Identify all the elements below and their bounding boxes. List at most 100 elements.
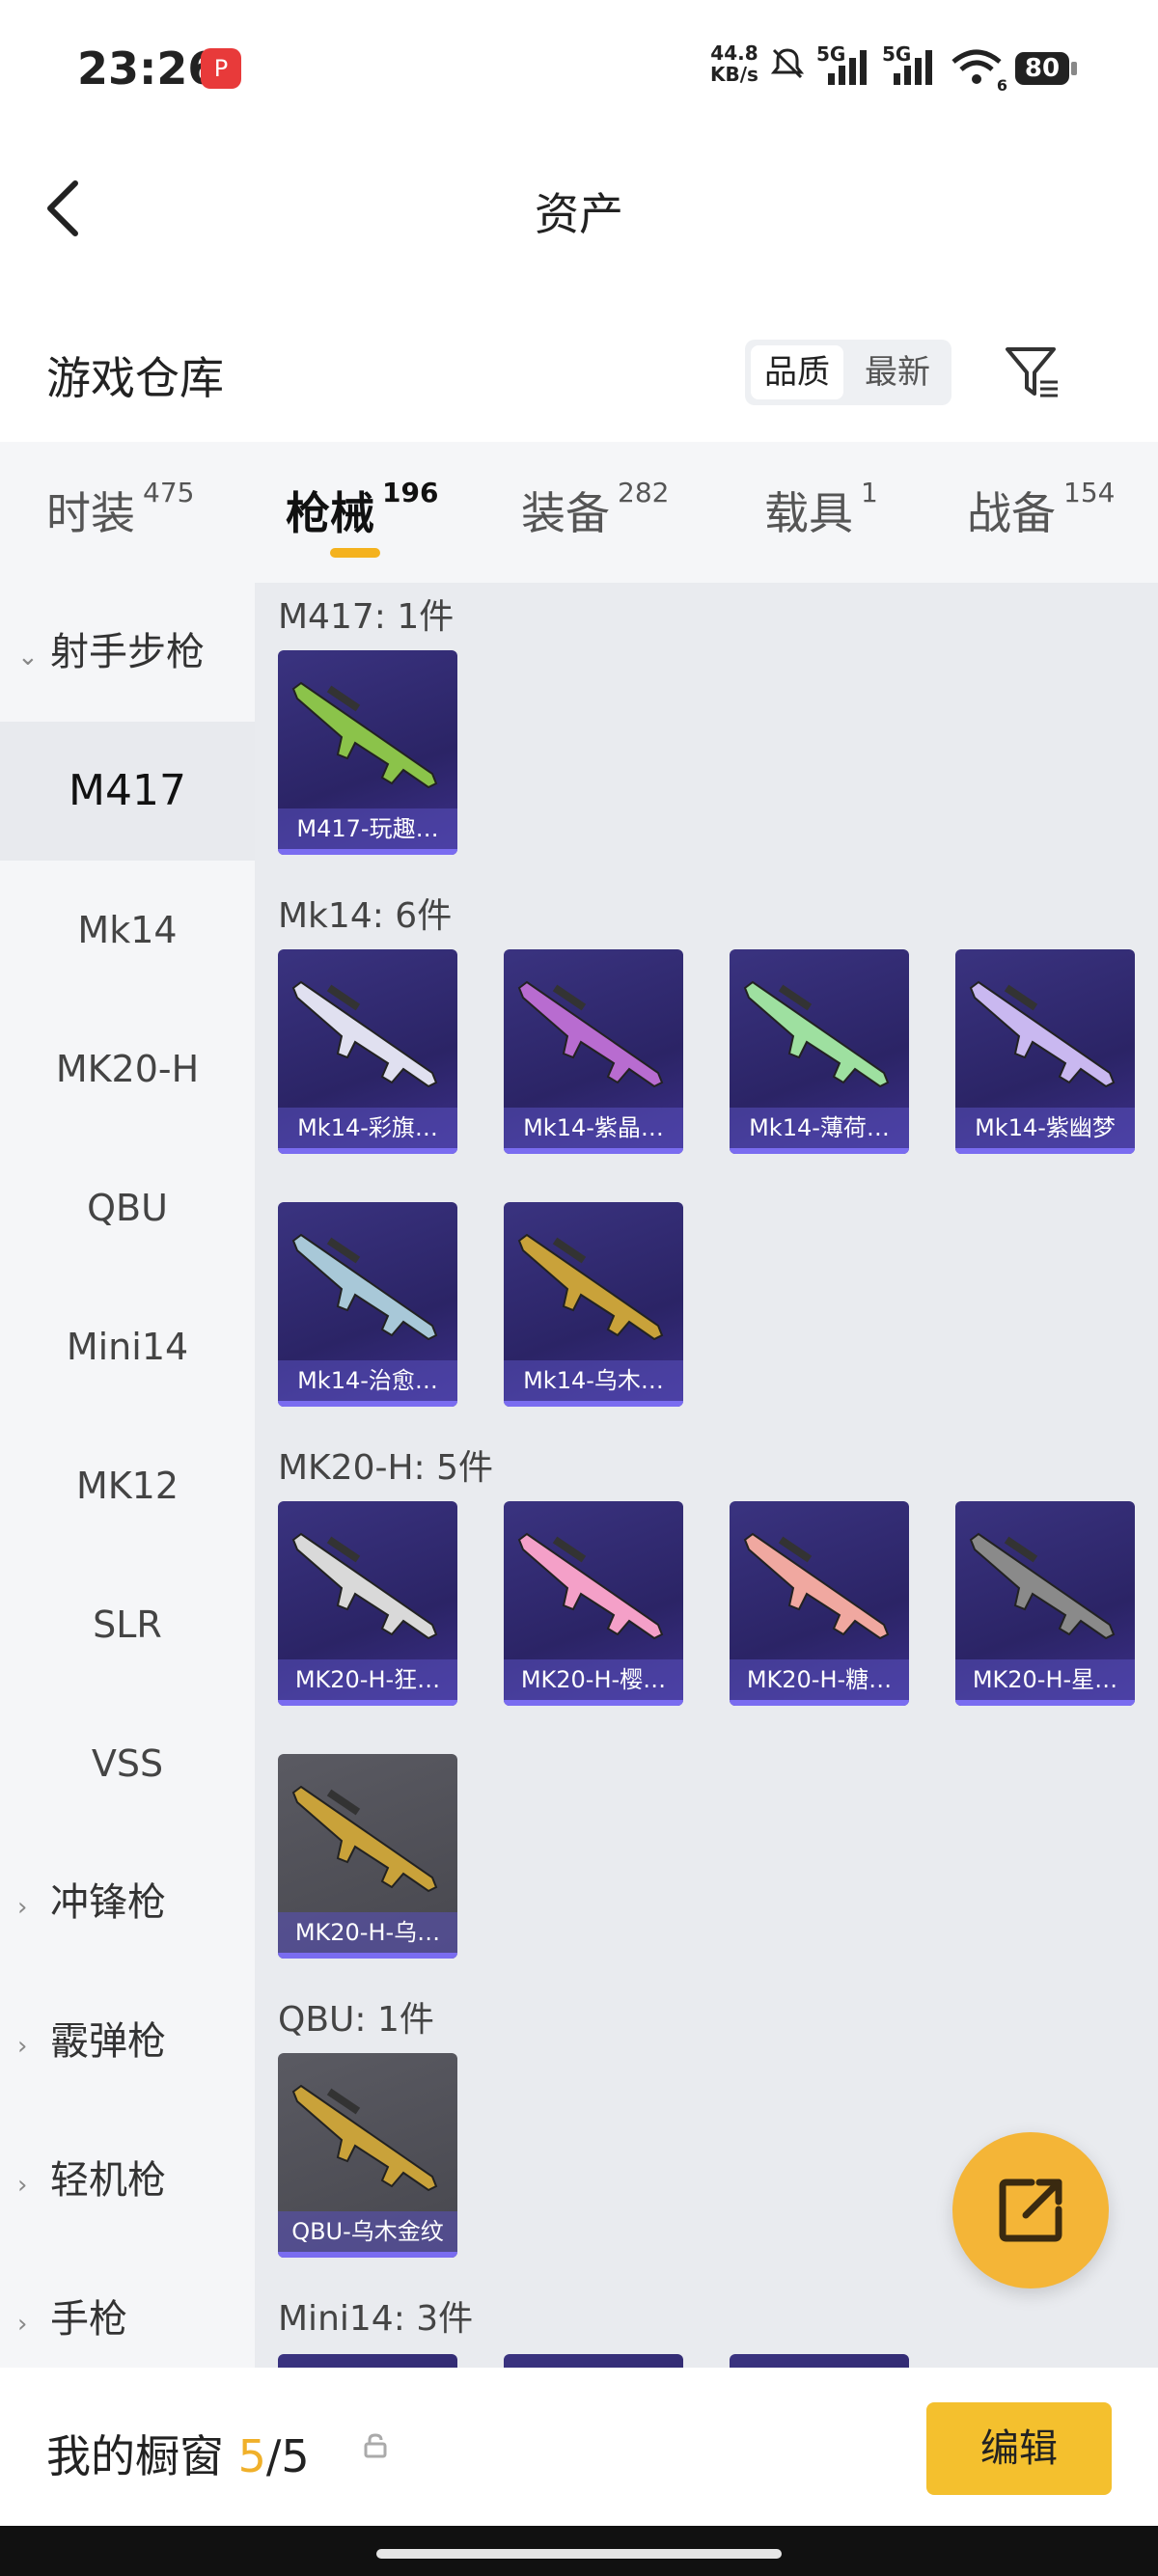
signal-label-2: 5G — [882, 42, 912, 66]
weapon-image — [743, 980, 890, 1088]
edit-button[interactable]: 编辑 — [926, 2402, 1112, 2495]
weapon-card[interactable]: MK20-H-樱… — [504, 1501, 683, 1706]
weapon-card-partial[interactable] — [504, 2354, 683, 2368]
weapon-card[interactable]: M417-玩趣… — [278, 650, 457, 855]
weapon-card[interactable]: MK20-H-狂… — [278, 1501, 457, 1706]
weapon-card[interactable]: Mk14-彩旗… — [278, 949, 457, 1154]
sidebar-category-label: 冲锋枪 — [50, 1880, 166, 1925]
warehouse-title: 游戏仓库 — [46, 352, 224, 404]
weapon-image — [291, 980, 438, 1088]
quality-bar — [278, 1401, 457, 1407]
weapon-card-name: MK20-H-樱… — [504, 1659, 683, 1700]
weapon-image — [743, 1532, 890, 1640]
battery-indicator: 80 — [1015, 52, 1077, 85]
weapon-card-name: Mk14-治愈… — [278, 1360, 457, 1401]
weapon-image — [969, 980, 1116, 1088]
share-fab-button[interactable] — [952, 2132, 1109, 2288]
section-title-mk20h: MK20-H: 5件 — [278, 1448, 494, 1488]
chevron-right-icon: › — [17, 2032, 28, 2061]
weapon-card[interactable]: Mk14-紫幽梦 — [955, 949, 1135, 1154]
weapon-card[interactable]: Mk14-薄荷… — [730, 949, 909, 1154]
section-title-m417: M417: 1件 — [278, 597, 455, 637]
section-title-qbu: QBU: 1件 — [278, 2000, 434, 2040]
sidebar-item-mini14[interactable]: Mini14 — [0, 1277, 255, 1416]
my-showcase-label: 我的橱窗 5/5 — [46, 2422, 310, 2485]
weapon-card-name: Mk14-紫晶… — [504, 1108, 683, 1148]
filter-button[interactable] — [1004, 343, 1062, 401]
mute-bell-icon — [768, 44, 807, 92]
weapon-image — [291, 681, 438, 789]
weapon-card-name: MK20-H-糖… — [730, 1659, 909, 1700]
sidebar-item-mk14[interactable]: Mk14 — [0, 861, 255, 1000]
sidebar-category-smg[interactable]: › 冲锋枪 — [17, 1833, 255, 1972]
sidebar-item-m417[interactable]: M417 — [0, 722, 255, 861]
network-speed: 44.8 KB/s — [710, 42, 758, 85]
network-speed-value: 44.8 — [710, 41, 758, 65]
tab-count: 282 — [618, 477, 670, 508]
tab-vehicles[interactable]: 载具 1 — [764, 477, 878, 542]
weapon-card-name: MK20-H-乌… — [278, 1912, 457, 1953]
weapon-card-partial[interactable] — [730, 2354, 909, 2368]
sort-newest-button[interactable]: 最新 — [851, 345, 944, 399]
sidebar-item-vss[interactable]: VSS — [0, 1694, 255, 1833]
weapon-card-name: Mk14-乌木… — [504, 1360, 683, 1401]
weapon-card[interactable]: QBU-乌木金纹 — [278, 2053, 457, 2258]
sidebar-category-label: 手枪 — [50, 2297, 127, 2342]
weapon-grid-content: M417: 1件 Mk14: 6件 MK20-H: 5件 QBU: 1件 Min… — [255, 583, 1158, 2368]
weapon-card-name: MK20-H-狂… — [278, 1659, 457, 1700]
showcase-total-count: /5 — [265, 2430, 310, 2482]
tab-fashion[interactable]: 时装 475 — [46, 477, 195, 542]
weapon-card-name: QBU-乌木金纹 — [278, 2211, 457, 2252]
tab-label: 时装 — [46, 487, 135, 539]
section-title-mini14: Mini14: 3件 — [278, 2299, 474, 2339]
weapon-card[interactable]: MK20-H-乌… — [278, 1754, 457, 1959]
weapon-card-name: Mk14-彩旗… — [278, 1108, 457, 1148]
sidebar-category-lmg[interactable]: › 轻机枪 — [17, 2111, 255, 2250]
wifi-icon: 6 — [950, 48, 1007, 95]
weapon-card-name: Mk14-紫幽梦 — [955, 1108, 1135, 1148]
weapon-card[interactable]: Mk14-治愈… — [278, 1202, 457, 1407]
sidebar-item-mk20h[interactable]: MK20-H — [0, 1000, 255, 1138]
weapon-image — [517, 1233, 664, 1341]
weapon-image — [291, 2084, 438, 2192]
weapon-card[interactable]: Mk14-乌木… — [504, 1202, 683, 1407]
tab-firearms[interactable]: 枪械 196 — [286, 477, 438, 542]
quality-bar — [730, 1700, 909, 1706]
sidebar-item-mk12[interactable]: MK12 — [0, 1416, 255, 1555]
section-title-mk14: Mk14: 6件 — [278, 896, 453, 936]
quality-bar — [278, 1953, 457, 1959]
status-time: 23:26 — [77, 42, 219, 95]
quality-bar — [278, 1148, 457, 1154]
quality-bar — [955, 1700, 1135, 1706]
lock-icon — [363, 2433, 388, 2458]
category-tabs: 时装 475 枪械 196 装备 282 载具 1 战备 154 — [0, 442, 1158, 583]
quality-bar — [504, 1700, 683, 1706]
active-tab-indicator — [330, 548, 380, 558]
external-link-icon — [999, 2179, 1062, 2242]
sidebar-category-shotgun[interactable]: › 霰弹枪 — [17, 1972, 255, 2111]
sidebar-category-marksman[interactable]: ⌄ 射手步枪 — [17, 583, 255, 722]
sidebar-item-slr[interactable]: SLR — [0, 1555, 255, 1694]
weapon-image — [517, 1532, 664, 1640]
tab-count: 475 — [143, 477, 195, 508]
weapon-card[interactable]: MK20-H-星… — [955, 1501, 1135, 1706]
tab-count: 154 — [1063, 477, 1116, 508]
sidebar-item-qbu[interactable]: QBU — [0, 1138, 255, 1277]
weapon-card[interactable]: MK20-H-糖… — [730, 1501, 909, 1706]
tab-equipment[interactable]: 装备 282 — [521, 477, 670, 542]
tab-label: 枪械 — [286, 487, 374, 539]
weapon-card-name: MK20-H-星… — [955, 1659, 1135, 1700]
weapon-card[interactable]: Mk14-紫晶… — [504, 949, 683, 1154]
sort-quality-button[interactable]: 品质 — [751, 345, 843, 399]
showcase-current-count: 5 — [237, 2430, 266, 2482]
home-indicator[interactable] — [376, 2549, 782, 2559]
chevron-down-icon: ⌄ — [17, 643, 39, 671]
tab-tactical[interactable]: 战备 154 — [967, 477, 1116, 542]
quality-bar — [278, 849, 457, 855]
tab-label: 战备 — [967, 487, 1056, 539]
weapon-image — [291, 1532, 438, 1640]
weapon-image — [969, 1532, 1116, 1640]
weapon-card-partial[interactable] — [278, 2354, 457, 2368]
weapon-image — [291, 1233, 438, 1341]
weapon-category-sidebar: ⌄ 射手步枪 M417 Mk14 MK20-H QBU Mini14 MK12 S… — [0, 583, 255, 2368]
